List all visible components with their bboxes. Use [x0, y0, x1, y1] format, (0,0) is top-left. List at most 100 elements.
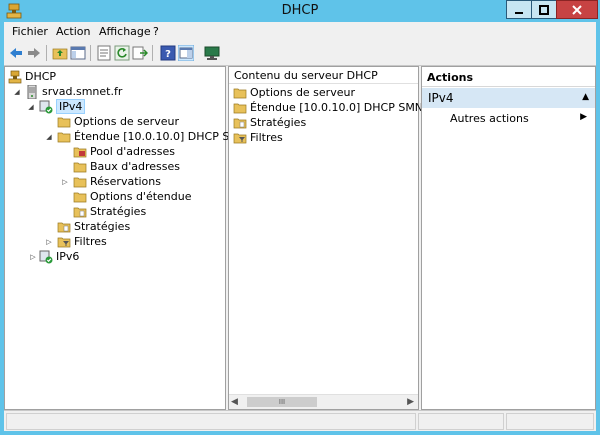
horizontal-scrollbar[interactable]: ◀ III ▶: [229, 394, 418, 409]
ipv6-icon: [39, 250, 53, 263]
actions-section-label: IPv4: [428, 91, 454, 105]
maximize-button[interactable]: [531, 0, 557, 19]
tree-item-scope-options[interactable]: Options d'étendue: [73, 189, 192, 204]
ipv4-icon: [39, 100, 53, 113]
server-icon: [27, 84, 37, 99]
list-item[interactable]: Étendue [10.0.10.0] DHCP SMNET: [233, 100, 437, 115]
menu-help[interactable]: ?: [153, 25, 159, 38]
scrollbar-thumb[interactable]: III: [247, 397, 317, 407]
policy-folder-icon: [57, 222, 71, 232]
tree-item-scope-policies[interactable]: Stratégies: [73, 204, 146, 219]
tree-item-label: Options d'étendue: [90, 190, 192, 203]
tree-item-label: Baux d'adresses: [90, 160, 181, 173]
close-button[interactable]: [556, 0, 598, 19]
folder-icon: [57, 117, 71, 127]
filter-icon: [233, 133, 247, 143]
expand-arrow-icon[interactable]: ▷: [61, 178, 69, 186]
toolbar: ?: [4, 41, 596, 66]
tree-item-label: Stratégies: [74, 220, 131, 233]
toolbar-separator: [152, 45, 153, 61]
tree-item-label: srvad.smnet.fr: [42, 85, 123, 98]
svg-text:?: ?: [165, 49, 171, 60]
list-item-label: Étendue [10.0.10.0] DHCP SMNET: [250, 101, 437, 114]
help-icon[interactable]: ?: [160, 45, 176, 61]
list-item[interactable]: Options de serveur: [233, 85, 355, 100]
minimize-button[interactable]: [506, 0, 532, 19]
status-cell: [506, 413, 594, 430]
tree-item-label: IPv4: [56, 99, 86, 114]
show-action-pane-icon[interactable]: [178, 45, 194, 61]
monitor-icon[interactable]: [204, 45, 220, 61]
scroll-left-icon[interactable]: ◀: [231, 397, 238, 407]
tree-item-filters[interactable]: Filtres: [57, 234, 107, 249]
tree-item-server-options[interactable]: Options de serveur: [57, 114, 179, 129]
toolbar-separator: [90, 45, 91, 61]
tree-item-ipv4[interactable]: IPv4: [39, 99, 86, 114]
tree-item-reservations[interactable]: Réservations: [73, 174, 161, 189]
collapse-up-icon[interactable]: ▲: [582, 92, 589, 102]
tree-item-label: DHCP: [25, 70, 57, 83]
actions-header: Actions: [422, 67, 595, 87]
toolbar-separator: [46, 45, 47, 61]
tree-item-policies[interactable]: Stratégies: [57, 219, 130, 234]
folder-icon: [73, 162, 87, 172]
tree-item-dhcp[interactable]: DHCP: [8, 69, 56, 84]
list-item[interactable]: Filtres: [233, 130, 283, 145]
folder-icon: [233, 103, 247, 113]
menu-bar: Fichier Action Affichage ?: [4, 22, 596, 41]
filter-icon: [57, 237, 71, 247]
tree-item-label: Pool d'adresses: [90, 145, 175, 158]
main-panes: DHCP ◢ srvad.smnet.fr ◢ IPv4 Options de …: [4, 66, 596, 410]
tree-item-label: Filtres: [74, 235, 107, 248]
status-bar: [4, 410, 596, 431]
export-list-icon[interactable]: [132, 45, 148, 61]
list-item-label: Stratégies: [250, 116, 307, 129]
actions-section-ipv4[interactable]: IPv4 ▲: [422, 88, 595, 108]
properties-icon[interactable]: [96, 45, 112, 61]
tree-item-server[interactable]: srvad.smnet.fr: [25, 84, 122, 99]
policy-folder-icon: [73, 207, 87, 217]
folder-icon: [233, 88, 247, 98]
tree-item-label: Réservations: [90, 175, 161, 188]
tree-item-ipv6[interactable]: IPv6: [39, 249, 79, 264]
tree-item-label: Stratégies: [90, 205, 147, 218]
tree-item-pool[interactable]: Pool d'adresses: [73, 144, 175, 159]
other-actions-item[interactable]: Autres actions ▶: [450, 112, 595, 127]
tree-item-label: Options de serveur: [74, 115, 179, 128]
forward-arrow-icon[interactable]: [26, 45, 42, 61]
show-hide-tree-icon[interactable]: [70, 45, 86, 61]
collapse-arrow-icon[interactable]: ◢: [27, 103, 35, 111]
back-arrow-icon[interactable]: [8, 45, 24, 61]
refresh-icon[interactable]: [114, 45, 130, 61]
title-bar[interactable]: DHCP: [0, 0, 600, 22]
tree-item-leases[interactable]: Baux d'adresses: [73, 159, 180, 174]
close-icon: [572, 4, 582, 15]
minimize-icon: [515, 11, 523, 14]
policy-folder-icon: [233, 118, 247, 128]
expand-arrow-icon[interactable]: ▷: [29, 253, 37, 261]
menu-action[interactable]: Action: [56, 25, 90, 38]
menu-fichier[interactable]: Fichier: [12, 25, 48, 38]
console-tree[interactable]: DHCP ◢ srvad.smnet.fr ◢ IPv4 Options de …: [4, 66, 261, 410]
actions-pane: Actions IPv4 ▲ Autres actions ▶: [421, 66, 596, 410]
content-list-pane[interactable]: Contenu du serveur DHCP Options de serve…: [228, 66, 437, 410]
folder-icon: [73, 192, 87, 202]
action-label: Autres actions: [450, 112, 529, 125]
address-pool-icon: [73, 147, 87, 157]
maximize-icon: [539, 4, 549, 15]
collapse-arrow-icon[interactable]: ◢: [13, 88, 21, 96]
up-folder-icon[interactable]: [52, 45, 68, 61]
expand-arrow-icon[interactable]: ▷: [45, 238, 53, 246]
list-column-header[interactable]: Contenu du serveur DHCP: [229, 67, 418, 84]
dhcp-root-icon: [8, 70, 22, 83]
list-item-label: Filtres: [250, 131, 283, 144]
status-cell: [6, 413, 416, 430]
dhcp-window: DHCP Fichier Action Affichage ? ? DHCP ◢…: [0, 0, 600, 435]
list-item-label: Options de serveur: [250, 86, 355, 99]
collapse-arrow-icon[interactable]: ◢: [45, 133, 53, 141]
list-item[interactable]: Stratégies: [233, 115, 306, 130]
folder-icon: [57, 132, 71, 142]
menu-affichage[interactable]: Affichage: [99, 25, 151, 38]
status-cell: [418, 413, 504, 430]
scroll-right-icon[interactable]: ▶: [407, 397, 414, 407]
